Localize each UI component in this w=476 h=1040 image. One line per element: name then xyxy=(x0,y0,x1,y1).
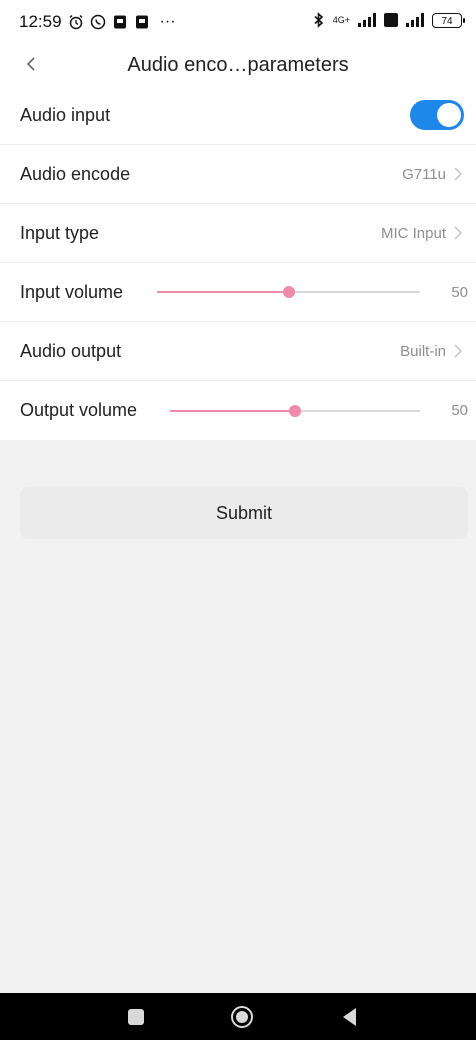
battery-level: 74 xyxy=(441,15,453,27)
volte-icon xyxy=(384,13,398,27)
settings-list: Audio input Audio encode G711u Input typ… xyxy=(0,86,476,440)
signal-icon xyxy=(406,13,424,27)
home-icon[interactable] xyxy=(230,1005,254,1029)
input-type-value: MIC Input xyxy=(380,224,446,242)
status-bar: 12:59 ··· 4G+ 74 xyxy=(0,0,476,44)
navigation-bar xyxy=(0,993,476,1040)
input-volume-row: Input volume 50 xyxy=(0,263,476,322)
audio-encode-row[interactable]: Audio encode G711u xyxy=(0,145,476,204)
output-volume-label: Output volume xyxy=(20,400,138,420)
input-volume-value: 50 xyxy=(451,283,468,301)
header: Audio enco…parameters xyxy=(0,44,476,86)
slider-thumb[interactable] xyxy=(289,404,301,417)
audio-encode-value: G711u xyxy=(402,165,446,183)
recent-apps-icon[interactable] xyxy=(124,1005,148,1029)
input-volume-label: Input volume xyxy=(20,281,124,302)
status-time: 12:59 xyxy=(19,12,62,31)
signal-icon xyxy=(358,13,376,27)
input-type-label: Input type xyxy=(20,222,100,243)
slider-fill xyxy=(157,291,289,293)
chevron-right-icon xyxy=(454,167,463,181)
audio-input-row: Audio input xyxy=(0,86,476,145)
back-button[interactable] xyxy=(18,51,44,77)
status-left: 12:59 ··· xyxy=(19,12,176,32)
network-type-label: 4G+ xyxy=(332,15,350,25)
input-volume-slider[interactable] xyxy=(157,282,420,302)
chevron-left-icon xyxy=(26,57,35,71)
audio-output-value: Built-in xyxy=(400,342,446,360)
audio-input-label: Audio input xyxy=(20,104,111,125)
app-notification-icon xyxy=(135,15,148,29)
chevron-right-icon xyxy=(454,226,463,240)
bluetooth-icon xyxy=(314,12,323,28)
audio-encode-label: Audio encode xyxy=(20,163,131,184)
chevron-right-icon xyxy=(454,344,463,358)
page: 12:59 ··· 4G+ 74 Audio enco…parameters A… xyxy=(0,0,476,1040)
toggle-knob xyxy=(437,103,461,127)
back-nav-icon[interactable] xyxy=(338,1005,362,1029)
status-right: 4G+ 74 xyxy=(313,12,465,28)
app-notification-icon xyxy=(113,15,126,29)
output-volume-value: 50 xyxy=(451,402,468,419)
audio-input-toggle[interactable] xyxy=(410,100,464,130)
battery-icon: 74 xyxy=(432,12,465,28)
slider-thumb[interactable] xyxy=(282,286,295,298)
input-type-row[interactable]: Input type MIC Input xyxy=(0,204,476,263)
submit-button[interactable]: Submit xyxy=(20,487,468,539)
output-volume-slider[interactable] xyxy=(170,401,420,421)
whatsapp-icon xyxy=(90,14,105,30)
audio-output-row[interactable]: Audio output Built-in xyxy=(0,322,476,381)
audio-output-label: Audio output xyxy=(20,340,122,361)
alarm-icon xyxy=(69,14,83,30)
output-volume-row: Output volume 50 xyxy=(0,381,476,440)
more-notifications-icon: ··· xyxy=(159,13,176,30)
slider-fill xyxy=(170,409,295,412)
page-title: Audio enco…parameters xyxy=(127,53,349,76)
